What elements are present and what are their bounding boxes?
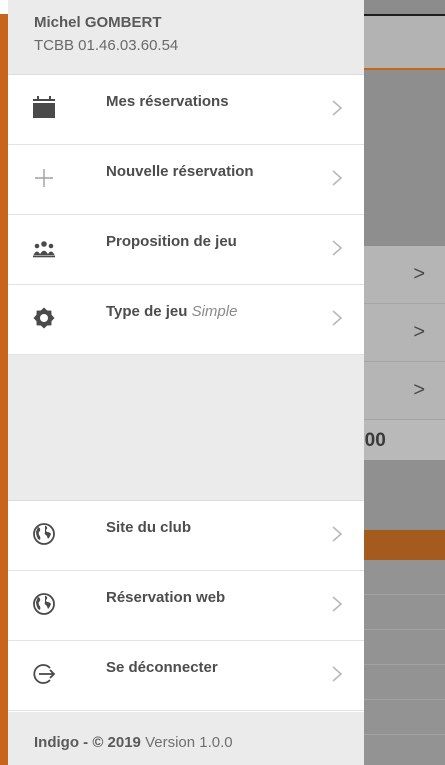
- gear-icon: [33, 307, 55, 329]
- game-type-value: Simple: [191, 303, 238, 320]
- calendar-icon: [33, 96, 55, 118]
- chevron-right-icon: [332, 240, 343, 256]
- chevron-right-icon: [332, 526, 343, 542]
- footer-text: Indigo - © 2019 Version 1.0.0: [34, 734, 233, 751]
- menu-item-label: Réservation web: [106, 589, 226, 606]
- logout-icon: [33, 664, 56, 684]
- user-club-line: TCBB 01.46.03.60.54: [34, 37, 179, 54]
- user-name: Michel GOMBERT: [34, 14, 162, 31]
- side-drawer: Michel GOMBERT TCBB 01.46.03.60.54 Mes r…: [8, 0, 364, 765]
- menu-item-label-main: Type de jeu: [106, 303, 188, 320]
- menu-item-label: Site du club: [106, 519, 192, 536]
- globe-icon: [33, 523, 55, 545]
- players-icon: [33, 241, 55, 258]
- chevron-right-icon: [332, 100, 343, 116]
- menu-item-label: Mes réservations: [106, 93, 229, 110]
- drawer-header: Michel GOMBERT TCBB 01.46.03.60.54: [8, 0, 364, 75]
- globe-icon: [33, 593, 55, 615]
- menu-item-type-de-jeu[interactable]: Type de jeu Simple: [8, 285, 364, 355]
- footer-brand: Indigo - © 2019: [34, 734, 141, 751]
- menu-item-label: Se déconnecter: [106, 659, 218, 676]
- chevron-right-icon: [332, 666, 343, 682]
- menu-item-label: Type de jeu Simple: [106, 303, 237, 320]
- menu-item-se-deconnecter[interactable]: Se déconnecter: [8, 641, 364, 711]
- menu-item-site-du-club[interactable]: Site du club: [8, 501, 364, 571]
- drawer-spacer: [8, 355, 364, 501]
- chevron-right-icon: >: [413, 379, 425, 401]
- chevron-right-icon: >: [413, 321, 425, 343]
- app-version: Version 1.0.0: [145, 734, 233, 751]
- menu-item-label: Proposition de jeu: [106, 233, 237, 250]
- menu-item-nouvelle-reservation[interactable]: Nouvelle réservation: [8, 145, 364, 215]
- chevron-right-icon: [332, 170, 343, 186]
- menu-item-label: Nouvelle réservation: [106, 163, 254, 180]
- chevron-right-icon: [332, 310, 343, 326]
- background-accent-bar: [0, 14, 8, 765]
- menu-item-mes-reservations[interactable]: Mes réservations: [8, 75, 364, 145]
- chevron-right-icon: >: [413, 263, 425, 285]
- chevron-right-icon: [332, 596, 343, 612]
- drawer-footer: Indigo - © 2019 Version 1.0.0: [8, 712, 364, 765]
- menu-item-proposition-de-jeu[interactable]: Proposition de jeu: [8, 215, 364, 285]
- plus-icon: [35, 169, 53, 187]
- menu-item-reservation-web[interactable]: Réservation web: [8, 571, 364, 641]
